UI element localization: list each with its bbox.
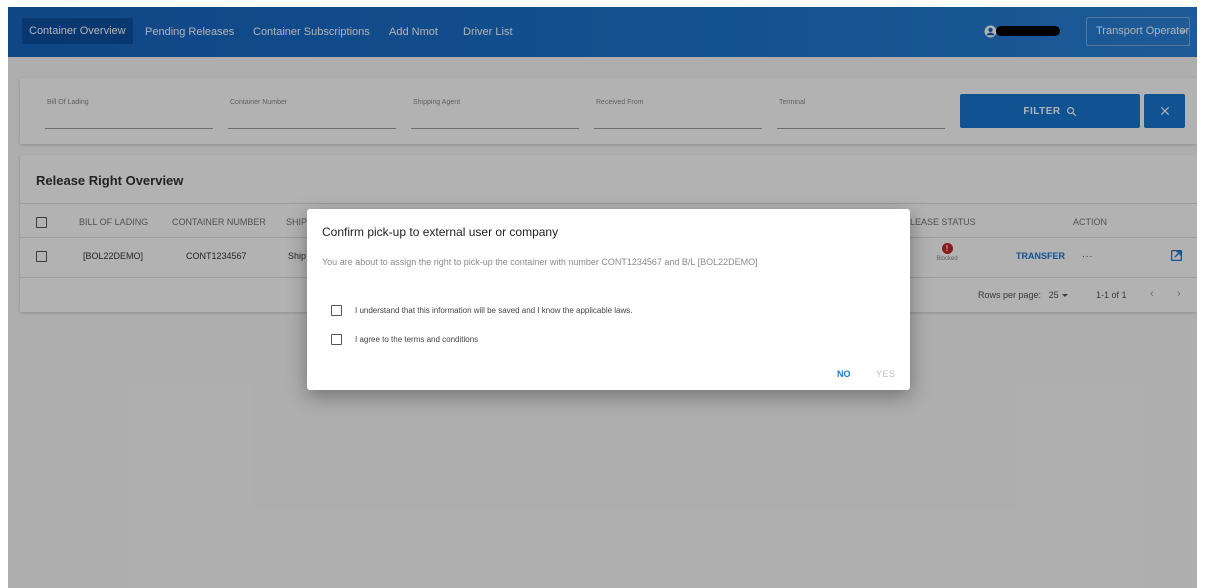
no-button[interactable]: NO <box>837 369 851 379</box>
understand-laws-checkbox[interactable] <box>331 305 342 316</box>
app-window: Container Overview Pending Releases Cont… <box>8 7 1197 588</box>
agree-terms-checkbox[interactable] <box>331 334 342 345</box>
checkbox-label[interactable]: I understand that this information will … <box>355 305 633 317</box>
dialog-message: You are about to assign the right to pic… <box>322 257 758 267</box>
yes-button[interactable]: YES <box>876 369 896 379</box>
confirm-pickup-dialog: Confirm pick-up to external user or comp… <box>307 209 910 390</box>
dialog-title: Confirm pick-up to external user or comp… <box>322 225 559 239</box>
checkbox-label[interactable]: I agree to the terms and conditions <box>355 334 478 346</box>
